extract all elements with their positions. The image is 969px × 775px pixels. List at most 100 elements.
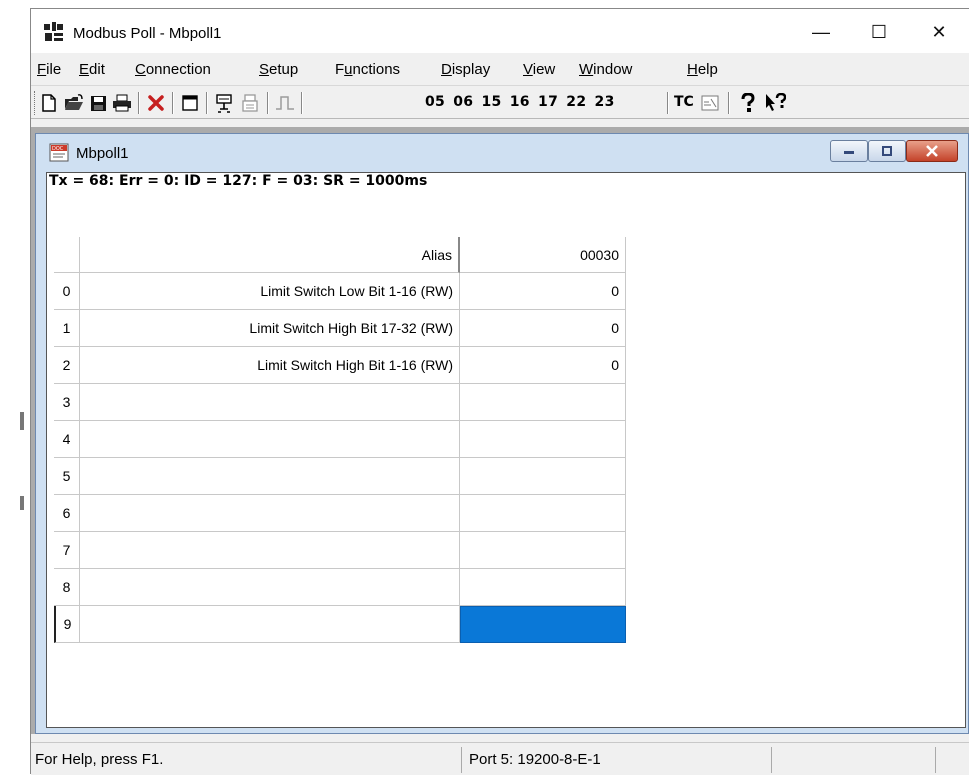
- mdi-workspace: DOC Mbpoll1 Tx = 68: Err = 0: ID = 127: …: [31, 127, 969, 734]
- function-code-buttons[interactable]: 05 06 15 16 17 22 23: [425, 94, 615, 110]
- desktop-fragment: [20, 412, 24, 430]
- menu-setup[interactable]: Setup: [259, 61, 298, 78]
- row-number: 0: [54, 273, 80, 310]
- value-cell[interactable]: [460, 384, 626, 421]
- delete-icon[interactable]: [145, 92, 167, 114]
- table-row[interactable]: 9: [54, 606, 626, 643]
- menu-view[interactable]: View: [523, 61, 555, 78]
- minimize-button[interactable]: —: [801, 15, 841, 49]
- row-number: 4: [54, 421, 80, 458]
- main-window: Modbus Poll - Mbpoll1 — ☐ ✕ File Edit Conn…: [30, 8, 969, 775]
- modbus-poll-app-icon: [44, 22, 63, 41]
- menu-help[interactable]: Help: [687, 61, 718, 78]
- about-help-icon[interactable]: [737, 92, 759, 114]
- poll-status-line: Tx = 68: Err = 0: ID = 127: F = 03: SR =…: [49, 173, 428, 189]
- table-row[interactable]: 4: [54, 421, 626, 458]
- toolbar-separator: [172, 92, 174, 114]
- restore-icon: [882, 146, 892, 156]
- value-cell[interactable]: [460, 458, 626, 495]
- single-read-icon[interactable]: [274, 92, 296, 114]
- value-cell[interactable]: 0: [460, 310, 626, 347]
- connect-icon[interactable]: [213, 92, 235, 114]
- toolbar-separator: [301, 92, 303, 114]
- tc-button[interactable]: TC: [674, 94, 694, 110]
- table-row[interactable]: 6: [54, 495, 626, 532]
- child-minimize-button[interactable]: [830, 140, 868, 162]
- maximize-button[interactable]: ☐: [859, 15, 899, 49]
- alias-cell[interactable]: [80, 606, 460, 643]
- new-icon[interactable]: [39, 92, 59, 114]
- status-divider: [461, 747, 462, 773]
- close-button[interactable]: ✕: [919, 15, 959, 49]
- minimize-icon: —: [812, 21, 830, 42]
- alias-cell[interactable]: [80, 421, 460, 458]
- child-window-title: Mbpoll1: [76, 145, 129, 162]
- row-number: 6: [54, 495, 80, 532]
- title-bar[interactable]: Modbus Poll - Mbpoll1 — ☐ ✕: [31, 9, 969, 53]
- desktop-fragment: [20, 496, 24, 510]
- row-number: 7: [54, 532, 80, 569]
- desktop-background-strip: [0, 0, 30, 774]
- row-number: 1: [54, 310, 80, 347]
- table-row[interactable]: 1 Limit Switch High Bit 17-32 (RW) 0: [54, 310, 626, 347]
- alias-cell[interactable]: [80, 532, 460, 569]
- alias-cell[interactable]: [80, 569, 460, 606]
- table-row[interactable]: 5: [54, 458, 626, 495]
- table-row[interactable]: 3: [54, 384, 626, 421]
- menu-window[interactable]: Window: [579, 61, 632, 78]
- value-cell[interactable]: [460, 495, 626, 532]
- alias-cell[interactable]: [80, 458, 460, 495]
- toolbar-separator: [138, 92, 140, 114]
- print-icon[interactable]: [111, 92, 133, 114]
- menu-display[interactable]: Display: [441, 61, 490, 78]
- table-row[interactable]: 7: [54, 532, 626, 569]
- value-cell[interactable]: [460, 421, 626, 458]
- data-view[interactable]: Tx = 68: Err = 0: ID = 127: F = 03: SR =…: [46, 172, 966, 728]
- alias-cell[interactable]: Limit Switch High Bit 17-32 (RW): [80, 310, 460, 347]
- child-close-button[interactable]: [906, 140, 958, 162]
- row-number: 8: [54, 569, 80, 606]
- child-restore-button[interactable]: [868, 140, 906, 162]
- save-icon[interactable]: [88, 92, 108, 114]
- toolbar-separator: [206, 92, 208, 114]
- menu-edit[interactable]: Edit: [79, 61, 105, 78]
- close-icon: [926, 145, 938, 157]
- menu-file[interactable]: File: [37, 61, 61, 78]
- table-row[interactable]: 0 Limit Switch Low Bit 1-16 (RW) 0: [54, 273, 626, 310]
- menu-connection[interactable]: Connection: [135, 61, 211, 78]
- menu-functions[interactable]: Functions: [335, 61, 400, 78]
- alias-cell[interactable]: Limit Switch High Bit 1-16 (RW): [80, 347, 460, 384]
- table-row[interactable]: 8: [54, 569, 626, 606]
- row-number: 2: [54, 347, 80, 384]
- value-cell[interactable]: 0: [460, 273, 626, 310]
- toolbar-separator: [267, 92, 269, 114]
- close-icon: ✕: [931, 21, 947, 42]
- help-hint: For Help, press F1.: [35, 751, 164, 768]
- document-icon: DOC: [49, 143, 69, 162]
- grid-corner: [54, 237, 80, 273]
- selected-value-cell[interactable]: [460, 606, 626, 643]
- row-number: 5: [54, 458, 80, 495]
- value-cell[interactable]: 0: [460, 347, 626, 384]
- communication-traffic-icon[interactable]: [699, 92, 721, 114]
- alias-cell[interactable]: Limit Switch Low Bit 1-16 (RW): [80, 273, 460, 310]
- disconnect-icon[interactable]: [239, 92, 261, 114]
- table-row[interactable]: 2 Limit Switch High Bit 1-16 (RW) 0: [54, 347, 626, 384]
- open-folder-icon[interactable]: [63, 92, 85, 114]
- value-cell[interactable]: [460, 532, 626, 569]
- value-column-header[interactable]: 00030: [460, 237, 626, 273]
- alias-column-header[interactable]: Alias: [80, 237, 460, 273]
- toolbar-separator: [667, 92, 669, 114]
- alias-cell[interactable]: [80, 495, 460, 532]
- mbpoll1-child-window: DOC Mbpoll1 Tx = 68: Err = 0: ID = 127: …: [35, 133, 969, 734]
- menu-bar: File Edit Connection Setup Functions Display V…: [31, 56, 969, 82]
- toolbar-grip[interactable]: [34, 91, 37, 115]
- context-help-icon[interactable]: [763, 92, 787, 114]
- window-title: Modbus Poll - Mbpoll1: [73, 25, 222, 42]
- maximize-icon: ☐: [870, 21, 888, 42]
- value-cell[interactable]: [460, 569, 626, 606]
- toolbar: 05 06 15 16 17 22 23 TC: [31, 85, 969, 119]
- window-icon[interactable]: [179, 92, 201, 114]
- alias-cell[interactable]: [80, 384, 460, 421]
- port-settings: Port 5: 19200-8-E-1: [469, 751, 601, 768]
